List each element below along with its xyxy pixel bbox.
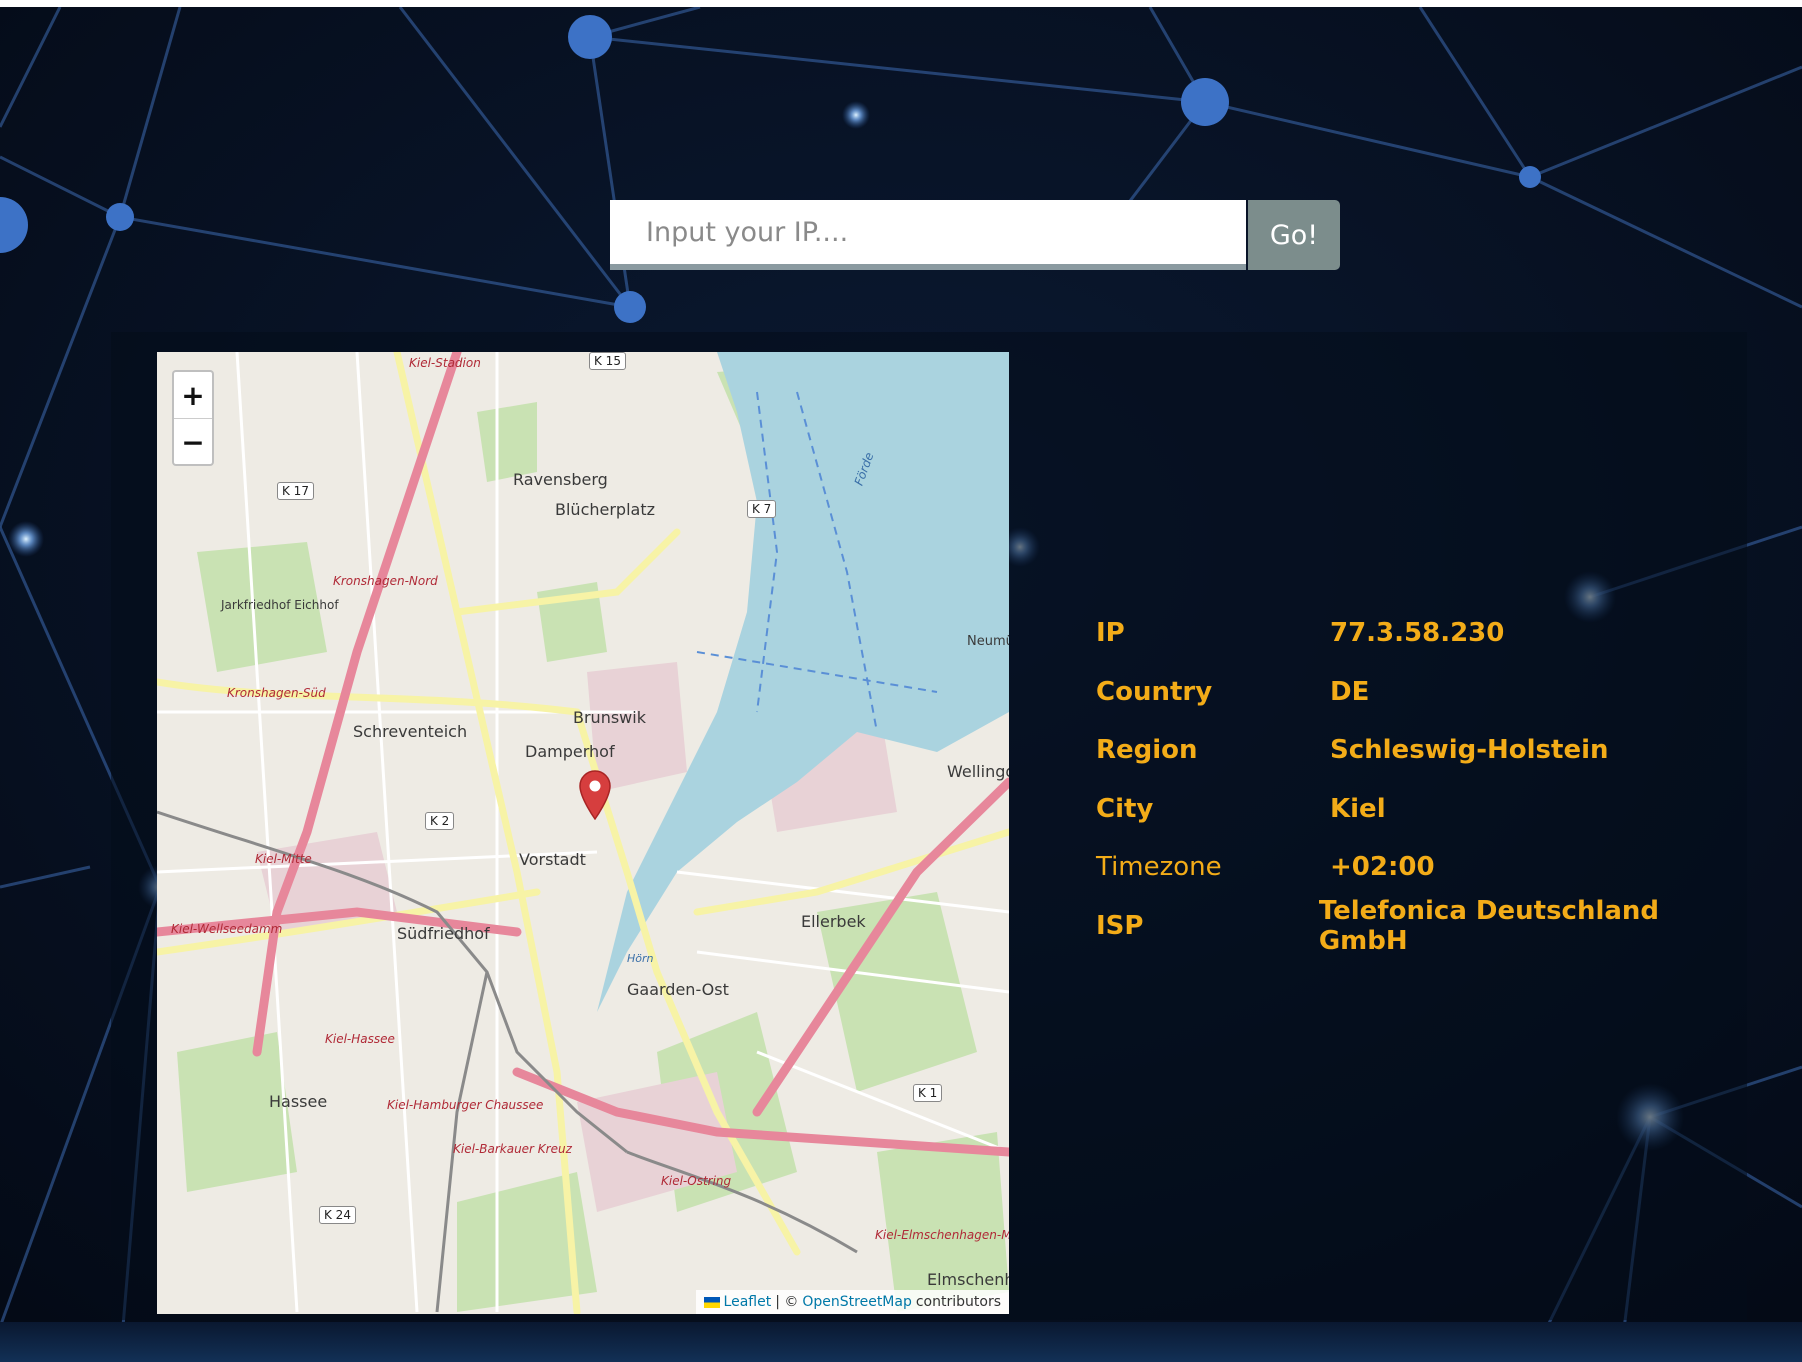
map-attribution: Leaflet | © OpenStreetMap contributors xyxy=(695,1290,1009,1314)
map-place-label: Ellerbek xyxy=(801,912,866,931)
info-value: +02:00 xyxy=(1330,852,1435,883)
page: Go! xyxy=(0,0,1802,1362)
info-row-ip: IP 77.3.58.230 xyxy=(1096,604,1736,663)
map-place-label: Schreventeich xyxy=(353,722,468,741)
info-key: Region xyxy=(1096,735,1198,766)
info-key: IP xyxy=(1096,618,1125,649)
info-row-timezone: Timezone +02:00 xyxy=(1096,838,1736,897)
map-station-label: Kiel-Stadion xyxy=(409,356,481,370)
info-key: City xyxy=(1096,793,1154,824)
leaflet-link[interactable]: Leaflet xyxy=(724,1294,772,1310)
road-shield: K 1 xyxy=(913,1084,943,1102)
ukraine-flag-icon xyxy=(703,1296,720,1308)
map-station-label: Kiel-Wellseedamm xyxy=(171,922,283,936)
bottom-strip xyxy=(0,1322,1802,1362)
map-place-label: Hassee xyxy=(269,1092,328,1111)
info-value: Kiel xyxy=(1330,793,1386,824)
map-pin-icon[interactable] xyxy=(578,770,612,820)
map-place-label: Brunswik xyxy=(573,708,646,727)
zoom-control: + − xyxy=(172,370,214,466)
attribution-separator: | © xyxy=(775,1294,799,1310)
info-value: Schleswig-Holstein xyxy=(1330,735,1609,766)
map-place-label: Damperhof xyxy=(525,742,615,761)
map-place-label: Ravensberg xyxy=(513,470,608,489)
info-value: Telefonica Deutschland GmbH xyxy=(1318,895,1660,956)
map-place-label: Neumühlen-Dietrichsdorf xyxy=(967,634,1009,649)
road-shield: K 17 xyxy=(277,482,314,500)
go-button[interactable]: Go! xyxy=(1248,200,1340,270)
map-view[interactable]: Ravensberg Blücherplatz Schreventeich Da… xyxy=(157,352,1009,1314)
map-place-label: Blücherplatz xyxy=(555,500,655,519)
info-key: Country xyxy=(1096,676,1213,707)
map-place-label: Gaarden-Ost xyxy=(627,980,729,999)
info-key: Timezone xyxy=(1096,852,1222,883)
map-station-label: Kiel-Barkauer Kreuz xyxy=(453,1142,572,1156)
road-shield: K 7 xyxy=(747,500,777,518)
openstreetmap-link[interactable]: OpenStreetMap xyxy=(802,1294,911,1310)
map-station-label: Kiel-Ostring xyxy=(661,1174,732,1188)
map-station-label: Kiel-Mitte xyxy=(255,852,312,866)
ip-info-table: IP 77.3.58.230 Country DE Region Schlesw… xyxy=(1096,604,1736,956)
info-key: ISP xyxy=(1096,910,1144,941)
zoom-in-button[interactable]: + xyxy=(174,372,212,419)
info-value: 77.3.58.230 xyxy=(1330,618,1505,649)
water-label: Hörn xyxy=(627,952,654,965)
map-place-label: Südfriedhof xyxy=(397,924,490,943)
map-place-label: Wellingdorf xyxy=(947,762,1009,781)
map-station-label: Kiel-Hassee xyxy=(325,1032,395,1046)
map-station-label: Kronshagen-Nord xyxy=(333,574,438,588)
ip-search-form: Go! xyxy=(610,200,1340,270)
attribution-contributors: contributors xyxy=(915,1294,1001,1310)
ip-input[interactable] xyxy=(610,200,1246,270)
zoom-out-button[interactable]: − xyxy=(174,419,212,465)
map-station-label: Kiel-Hamburger Chaussee xyxy=(387,1098,544,1112)
road-shield: K 15 xyxy=(589,352,626,370)
info-row-isp: ISP Telefonica Deutschland GmbH xyxy=(1096,895,1736,956)
info-row-country: Country DE xyxy=(1096,663,1736,722)
top-strip xyxy=(0,0,1802,7)
map-place-label: Vorstadt xyxy=(519,850,586,869)
map-station-label: Kronshagen-Süd xyxy=(227,686,326,700)
map-place-label: Elmschenhagen xyxy=(927,1270,1009,1289)
road-shield: K 24 xyxy=(319,1206,356,1224)
info-row-region: Region Schleswig-Holstein xyxy=(1096,721,1736,780)
map-place-label: Jarkfriedhof Eichhof xyxy=(221,598,339,612)
info-row-city: City Kiel xyxy=(1096,780,1736,839)
road-shield: K 2 xyxy=(425,812,455,830)
map-station-label: Kiel-Elmschenhagen-Mitte xyxy=(875,1228,1009,1242)
info-value: DE xyxy=(1330,676,1370,707)
